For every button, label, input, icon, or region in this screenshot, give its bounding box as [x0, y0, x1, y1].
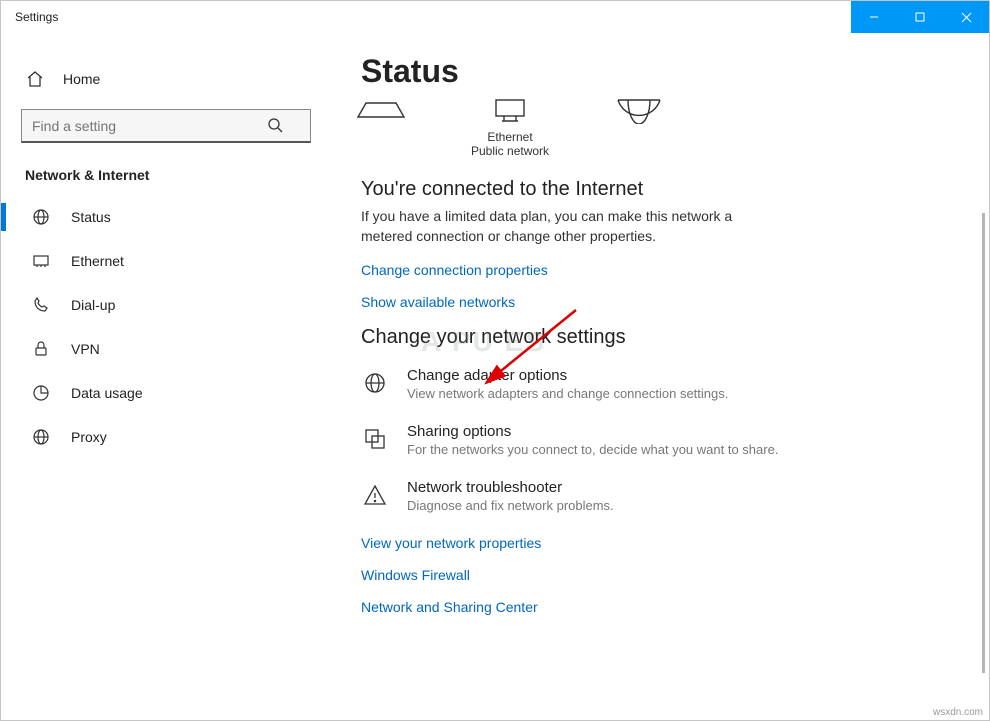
ethernet-node-icon — [480, 96, 540, 126]
category-heading: Network & Internet — [21, 167, 311, 183]
data-usage-icon — [31, 383, 51, 403]
diagram-sublabel: Public network — [471, 144, 549, 158]
sidebar-item-datausage[interactable]: Data usage — [21, 371, 311, 415]
credit-text: wsxdn.com — [933, 707, 983, 718]
globe-node-icon — [609, 96, 669, 126]
phone-icon — [31, 295, 51, 315]
scrollbar[interactable] — [982, 213, 985, 673]
network-diagram: Ethernet Public network — [351, 96, 959, 158]
option-sharing[interactable]: Sharing options For the networks you con… — [361, 423, 959, 457]
option-change-adapter[interactable]: Change adapter options View network adap… — [361, 367, 959, 401]
sidebar-item-ethernet[interactable]: Ethernet — [21, 239, 311, 283]
nav-label: Dial-up — [71, 297, 115, 313]
link-view-network-properties[interactable]: View your network properties — [361, 535, 959, 551]
sidebar-item-dialup[interactable]: Dial-up — [21, 283, 311, 327]
connected-description: If you have a limited data plan, you can… — [361, 207, 781, 246]
link-network-sharing-center[interactable]: Network and Sharing Center — [361, 599, 959, 615]
home-nav[interactable]: Home — [21, 63, 311, 95]
home-icon — [25, 69, 45, 89]
sidebar-item-proxy[interactable]: Proxy — [21, 415, 311, 459]
minimize-button[interactable] — [851, 1, 897, 33]
globe-icon — [361, 369, 389, 397]
globe-icon — [31, 207, 51, 227]
close-button[interactable] — [943, 1, 989, 33]
home-label: Home — [63, 71, 100, 87]
option-title: Change adapter options — [407, 367, 728, 384]
link-show-available-networks[interactable]: Show available networks — [361, 294, 959, 310]
vpn-icon — [31, 339, 51, 359]
maximize-button[interactable] — [897, 1, 943, 33]
warning-icon — [361, 481, 389, 509]
nav-label: Data usage — [71, 385, 143, 401]
sidebar-item-vpn[interactable]: VPN — [21, 327, 311, 371]
pc-icon — [351, 96, 411, 126]
window-title: Settings — [15, 10, 58, 24]
option-title: Sharing options — [407, 423, 778, 440]
nav-label: VPN — [71, 341, 100, 357]
link-windows-firewall[interactable]: Windows Firewall — [361, 567, 959, 583]
option-title: Network troubleshooter — [407, 479, 614, 496]
search-icon — [267, 117, 283, 136]
sharing-icon — [361, 425, 389, 453]
link-change-connection-properties[interactable]: Change connection properties — [361, 262, 959, 278]
sidebar-item-status[interactable]: Status — [21, 195, 311, 239]
nav-label: Ethernet — [71, 253, 124, 269]
option-subtitle: Diagnose and fix network problems. — [407, 498, 614, 513]
section-heading: Change your network settings — [361, 326, 959, 349]
page-title: Status — [361, 53, 959, 90]
ethernet-icon — [31, 251, 51, 271]
option-troubleshooter[interactable]: Network troubleshooter Diagnose and fix … — [361, 479, 959, 513]
connected-heading: You're connected to the Internet — [361, 178, 959, 201]
nav-label: Proxy — [71, 429, 107, 445]
globe-icon — [31, 427, 51, 447]
option-subtitle: For the networks you connect to, decide … — [407, 442, 778, 457]
nav-label: Status — [71, 209, 111, 225]
diagram-label: Ethernet — [487, 130, 532, 144]
option-subtitle: View network adapters and change connect… — [407, 386, 728, 401]
